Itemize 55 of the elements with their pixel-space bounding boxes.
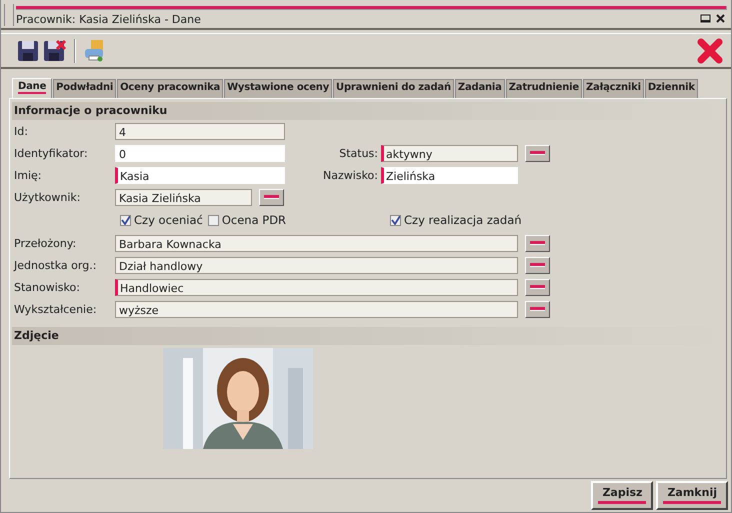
input-field[interactable]: Barbara Kownacka — [115, 234, 518, 252]
tab[interactable]: Zatrudnienie — [506, 79, 582, 98]
tab[interactable]: Podwładni — [53, 79, 116, 98]
dash-icon — [530, 263, 545, 267]
tab[interactable]: Oceny pracownika — [117, 79, 224, 98]
printer-icon[interactable] — [83, 38, 105, 62]
input-field[interactable]: Kasia Zielińska — [115, 188, 252, 206]
footer-button[interactable]: Zapisz — [591, 481, 654, 510]
input-field[interactable]: aktywny — [381, 144, 518, 162]
footer-button[interactable]: Zamknij — [656, 481, 728, 510]
tab[interactable]: Uprawnieni do zadań — [333, 79, 454, 98]
field-label: Użytkownik: — [14, 190, 82, 204]
tab[interactable]: Zadania — [454, 79, 505, 98]
field-label: Identyfikator: — [14, 146, 89, 160]
input-field[interactable]: Zielińska — [381, 166, 518, 184]
checkbox-label: Ocena PDR — [222, 213, 286, 227]
lookup-button[interactable] — [525, 256, 550, 274]
dash-icon — [530, 307, 545, 311]
input-field[interactable]: 0 — [115, 144, 285, 162]
field-label: Nazwisko: — [322, 168, 379, 182]
checkbox-label: Czy realizacja zadań — [404, 213, 522, 227]
dash-icon — [264, 195, 279, 199]
field-label: Wykształcenie: — [14, 302, 98, 316]
tab[interactable]: Dziennik — [644, 79, 698, 98]
field-label: Przełożony: — [14, 236, 78, 250]
checkbox[interactable] — [208, 214, 219, 226]
input-field[interactable]: 4 — [115, 122, 285, 140]
input-field[interactable]: wyższe — [115, 300, 518, 318]
tab[interactable]: Dane — [12, 78, 52, 98]
input-field[interactable]: Dział handlowy — [115, 256, 518, 274]
input-field[interactable]: Kasia — [115, 166, 285, 184]
checkbox[interactable] — [390, 214, 401, 226]
dash-icon — [530, 285, 545, 289]
close-icon[interactable] — [716, 14, 725, 23]
drag-handle[interactable] — [4, 4, 14, 26]
field-label: Status: — [338, 146, 379, 160]
minimize-icon[interactable] — [700, 14, 711, 23]
field-label: Id: — [14, 124, 29, 138]
lookup-button[interactable] — [525, 234, 550, 252]
floppy-disk-delete-icon[interactable] — [43, 38, 67, 62]
checkbox-label: Czy oceniać — [134, 213, 203, 227]
input-field[interactable]: Handlowiec — [115, 278, 518, 296]
lookup-button[interactable] — [259, 188, 284, 206]
field-label: Stanowisko: — [14, 280, 81, 294]
lookup-button[interactable] — [525, 278, 550, 296]
field-label: Jednostka org.: — [14, 258, 98, 272]
dash-icon — [530, 151, 545, 155]
lookup-button[interactable] — [525, 300, 550, 318]
field-label: Imię: — [14, 168, 42, 182]
dash-icon — [530, 241, 545, 245]
tab[interactable]: Załączniki — [582, 79, 644, 98]
tab[interactable]: Wystawione oceny — [224, 79, 332, 98]
lookup-button[interactable] — [525, 144, 550, 162]
checkbox[interactable] — [120, 214, 131, 226]
window-title: Pracownik: Kasia Zielińska - Dane — [16, 13, 201, 26]
